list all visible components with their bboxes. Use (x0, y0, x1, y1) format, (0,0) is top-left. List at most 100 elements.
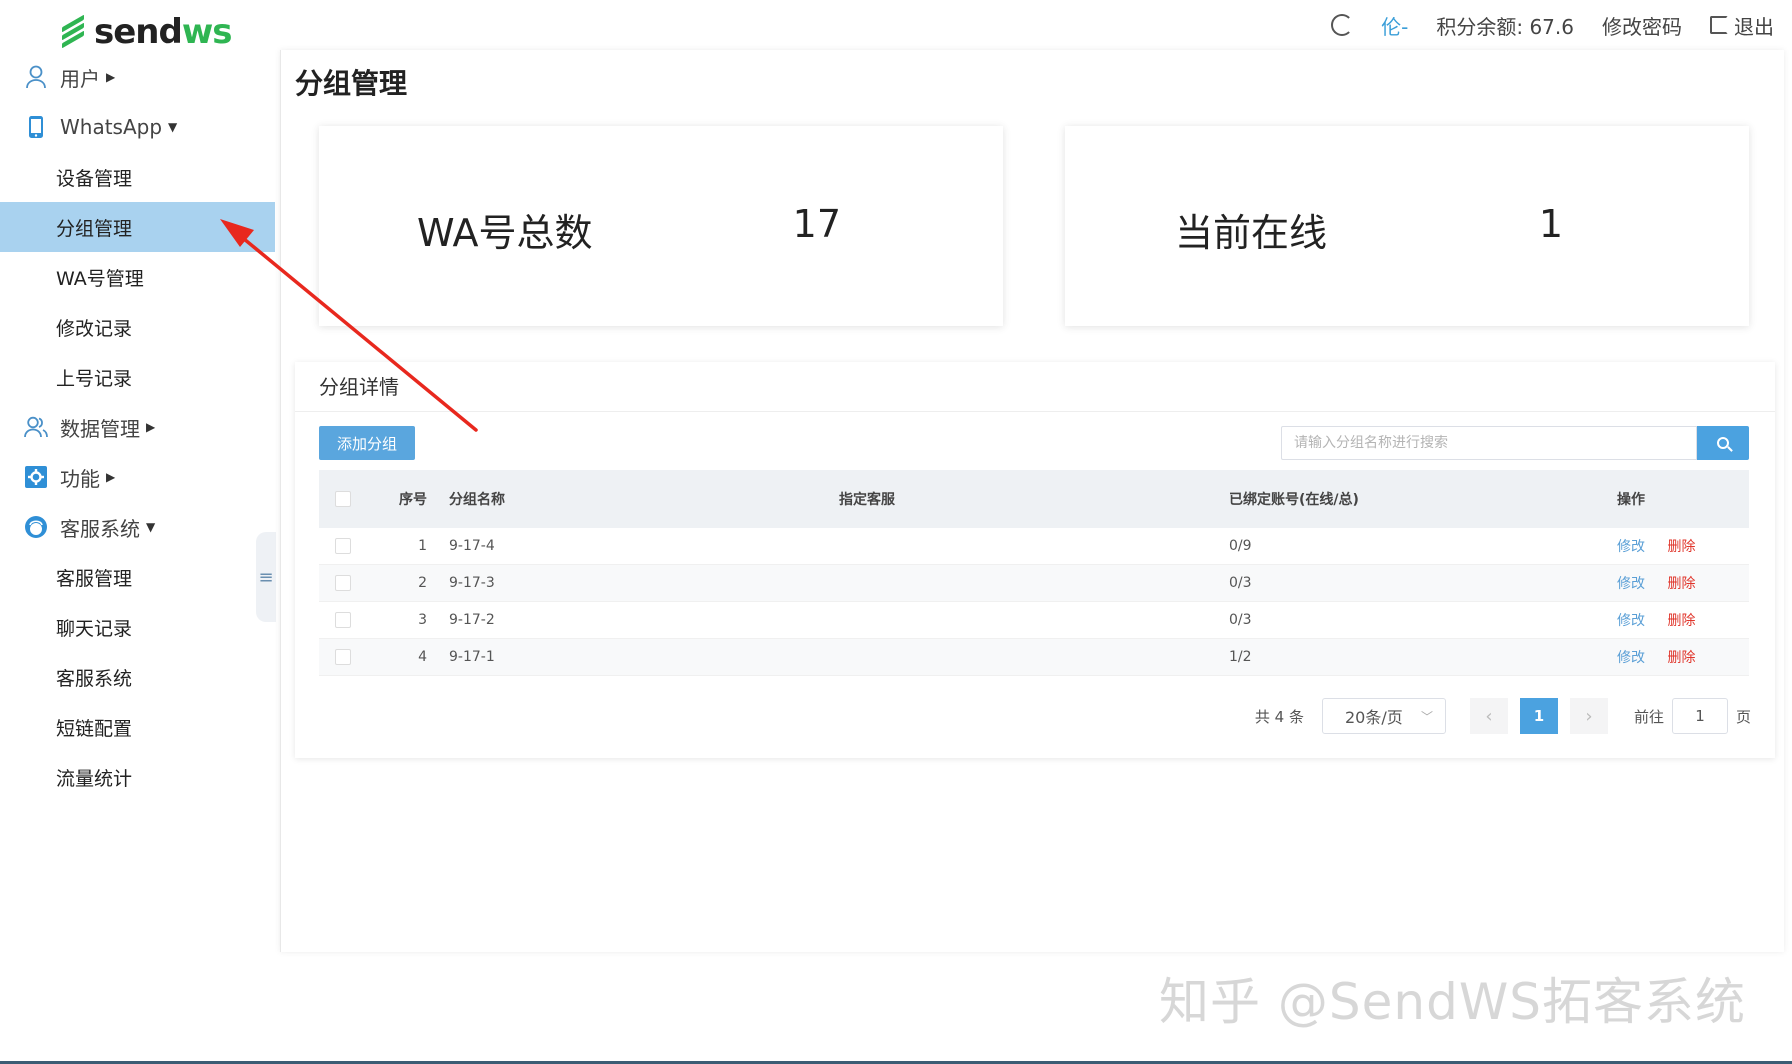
delete-link[interactable]: 删除 (1667, 613, 1695, 629)
sidebar-group-function[interactable]: 功能 ▶ (0, 452, 275, 502)
header-index: 序号 (399, 492, 427, 508)
page-size-select[interactable]: 20条/页 ﹀ (1321, 698, 1446, 734)
chevron-right-icon: › (1585, 705, 1593, 727)
table-header: 序号 分组名称 指定客服 已绑定账号(在线/总) 操作 (319, 470, 1749, 528)
menu-collapse-icon: ≡ (258, 566, 274, 588)
delete-link[interactable]: 删除 (1667, 576, 1695, 592)
pagination: 共 4 条 20条/页 ﹀ ‹ 1 › 前往 页 (1255, 698, 1751, 734)
goto-page: 前往 页 (1634, 698, 1751, 734)
refresh-button[interactable] (1331, 14, 1354, 36)
sidebar-collapse-handle[interactable]: ≡ (256, 532, 276, 622)
delete-link[interactable]: 删除 (1667, 650, 1695, 666)
sidebar-group-user[interactable]: 用户 ▶ (0, 52, 275, 102)
users-icon (24, 415, 48, 439)
page-title: 分组管理 (295, 67, 408, 100)
stat-total-value: 17 (792, 202, 841, 246)
page-number-current[interactable]: 1 (1519, 698, 1558, 734)
caret-down-icon: ▼ (168, 120, 178, 134)
logout-label: 退出 (1734, 14, 1774, 39)
sidebar-group-label: 用户 (60, 66, 100, 91)
caret-down-icon: ▼ (146, 520, 156, 534)
group-search-input[interactable] (1281, 426, 1697, 460)
caret-right-icon: ▶ (146, 420, 156, 434)
sidebar-group-data[interactable]: 数据管理 ▶ (0, 402, 275, 452)
sidebar-item-wa-number[interactable]: WA号管理 (0, 252, 275, 302)
stat-card-online: 当前在线 1 (1065, 126, 1749, 326)
sidebar-group-label: 数据管理 (60, 416, 140, 441)
sidebar-group-label: WhatsApp (60, 115, 163, 139)
agent-icon (24, 515, 48, 539)
edit-link[interactable]: 修改 (1617, 539, 1645, 555)
goto-page-input[interactable] (1671, 698, 1728, 734)
row-select-cell (319, 612, 361, 628)
sidebar-item-group[interactable]: 分组管理 (0, 202, 275, 252)
sidebar-item-login-log[interactable]: 上号记录 (0, 352, 275, 402)
goto-unit: 页 (1735, 707, 1751, 726)
row-operations: 修改 删除 (1617, 536, 1749, 556)
row-select-cell (319, 538, 361, 554)
table-row: 4 9-17-1 1/2 修改 删除 (319, 639, 1749, 676)
row-bound: 0/3 (1229, 575, 1252, 591)
current-user[interactable]: 伦- (1381, 11, 1408, 40)
table-row: 2 9-17-3 0/3 修改 删除 (319, 565, 1749, 602)
sidebar-group-whatsapp[interactable]: WhatsApp ▼ (0, 102, 275, 152)
row-operations: 修改 删除 (1617, 647, 1749, 667)
row-index: 3 (418, 612, 427, 628)
caret-right-icon: ▶ (106, 70, 116, 84)
stat-online-value: 1 (1538, 202, 1563, 246)
app-root: sendws 伦- 积分余额: 67.6 修改密码 退出 用户 ▶ WhatsA… (0, 0, 1792, 1064)
stat-online-label: 当前在线 (1175, 211, 1328, 255)
row-select-cell (319, 649, 361, 665)
detail-title: 分组详情 (295, 362, 1775, 412)
row-checkbox[interactable] (335, 612, 351, 628)
sidebar-item-agent-manage[interactable]: 客服管理 (0, 552, 275, 602)
chevron-left-icon: ‹ (1485, 705, 1493, 727)
edit-link[interactable]: 修改 (1617, 650, 1645, 666)
delete-link[interactable]: 删除 (1667, 539, 1695, 555)
main-content: 分组管理 WA号总数 17 当前在线 1 分组详情 添加分组 序号 分组名称 指… (280, 50, 1784, 952)
edit-link[interactable]: 修改 (1617, 613, 1645, 629)
edit-link[interactable]: 修改 (1617, 576, 1645, 592)
sidebar-group-service[interactable]: 客服系统 ▼ (0, 502, 275, 552)
sidebar-item-chat-log[interactable]: 聊天记录 (0, 602, 275, 652)
prev-page-button[interactable]: ‹ (1469, 698, 1508, 734)
next-page-button[interactable]: › (1569, 698, 1608, 734)
sidebar-item-change-log[interactable]: 修改记录 (0, 302, 275, 352)
sidebar-item-shortlink[interactable]: 短链配置 (0, 702, 275, 752)
brand-logo[interactable]: sendws (58, 12, 232, 52)
sidebar-item-device[interactable]: 设备管理 (0, 152, 275, 202)
stat-card-total: WA号总数 17 (319, 126, 1003, 326)
page-size-value: 20条/页 (1344, 708, 1403, 727)
row-index: 1 (418, 538, 427, 554)
row-index: 4 (418, 649, 427, 665)
gear-icon (24, 465, 48, 489)
brand-name: sendws (94, 12, 232, 52)
row-bound: 0/3 (1229, 612, 1252, 628)
balance-text: 积分余额: 67.6 (1436, 14, 1574, 39)
header-name: 分组名称 (449, 492, 505, 508)
sidebar-item-traffic[interactable]: 流量统计 (0, 752, 275, 802)
row-checkbox[interactable] (335, 575, 351, 591)
caret-right-icon: ▶ (106, 470, 116, 484)
sidebar-group-label: 功能 (60, 466, 100, 491)
row-name: 9-17-2 (449, 612, 495, 628)
header-operation: 操作 (1617, 492, 1645, 508)
group-table: 序号 分组名称 指定客服 已绑定账号(在线/总) 操作 1 9-17-4 0/9… (319, 470, 1749, 676)
row-checkbox[interactable] (335, 538, 351, 554)
row-checkbox[interactable] (335, 649, 351, 665)
logout-icon (1710, 16, 1728, 34)
select-all-cell (319, 491, 361, 507)
sidebar-item-service-system[interactable]: 客服系统 (0, 652, 275, 702)
user-icon (24, 65, 48, 89)
chevron-down-icon: ﹀ (1420, 710, 1433, 724)
select-all-checkbox[interactable] (335, 491, 351, 507)
row-name: 9-17-3 (449, 575, 495, 591)
change-password-link[interactable]: 修改密码 (1602, 11, 1682, 40)
logo-mark-icon (58, 14, 88, 49)
row-bound: 0/9 (1229, 538, 1252, 554)
row-bound: 1/2 (1229, 649, 1252, 665)
add-group-button[interactable]: 添加分组 (319, 426, 415, 460)
search-button[interactable] (1697, 426, 1749, 460)
logout-button[interactable]: 退出 (1710, 11, 1774, 40)
row-select-cell (319, 575, 361, 591)
